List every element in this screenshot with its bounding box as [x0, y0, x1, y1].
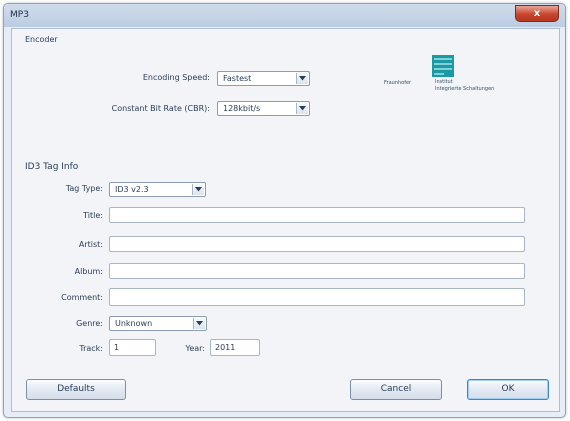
fraunhofer-institute-logo-icon	[432, 55, 454, 77]
encoding-speed-select[interactable]: Fastest	[217, 71, 310, 86]
album-label: Album:	[74, 267, 103, 276]
tag-type-select[interactable]: ID3 v2.3	[109, 182, 206, 197]
comment-label: Comment:	[61, 293, 103, 302]
id3-group-label: ID3 Tag Info	[25, 162, 79, 172]
dialog-content: Encoder Encoding Speed: Fastest Constant…	[11, 28, 560, 412]
cancel-button[interactable]: Cancel	[350, 379, 442, 400]
chevron-down-icon	[296, 73, 308, 84]
chevron-down-icon	[193, 318, 205, 329]
artist-field[interactable]	[109, 236, 525, 252]
ok-button[interactable]: OK	[467, 379, 549, 400]
tag-type-label: Tag Type:	[65, 184, 103, 193]
year-field[interactable]: 2011	[210, 339, 260, 356]
year-field-value: 2011	[215, 343, 236, 352]
genre-select[interactable]: Unknown	[109, 316, 207, 331]
album-field[interactable]	[109, 263, 525, 279]
chevron-down-icon	[192, 184, 204, 195]
logo-line2-text: Integrierte Schaltungen	[435, 86, 495, 92]
window-title: MP3	[10, 10, 29, 20]
close-icon: x	[533, 8, 541, 19]
encoding-speed-label: Encoding Speed:	[142, 73, 210, 82]
comment-field[interactable]	[109, 288, 525, 306]
bit-rate-value: 128kbit/s	[223, 104, 261, 113]
title-bar[interactable]: MP3 x	[4, 4, 565, 27]
logo-brand-text: Fraunhofer	[384, 80, 412, 86]
artist-label: Artist:	[78, 240, 103, 249]
fraunhofer-logo: Fraunhofer Institut Integrierte Schaltun…	[384, 55, 524, 95]
encoding-speed-value: Fastest	[223, 74, 252, 83]
constant-bit-rate-label: Constant Bit Rate (CBR):	[111, 104, 210, 113]
track-label: Track:	[79, 344, 103, 353]
track-field[interactable]: 1	[109, 339, 156, 356]
close-button[interactable]: x	[515, 5, 559, 22]
chevron-down-icon	[296, 103, 308, 114]
bit-rate-select[interactable]: 128kbit/s	[217, 101, 310, 116]
mp3-dialog: MP3 x Encoder Encoding Speed: Fastest Co…	[3, 3, 566, 418]
tag-type-value: ID3 v2.3	[115, 185, 149, 194]
year-label: Year:	[185, 344, 206, 353]
genre-value: Unknown	[115, 319, 153, 328]
title-label: Title:	[83, 211, 103, 220]
encoder-group-label: Encoder	[25, 35, 58, 44]
genre-label: Genre:	[76, 319, 103, 328]
defaults-button[interactable]: Defaults	[26, 379, 126, 400]
track-field-value: 1	[114, 343, 120, 352]
logo-line1-text: Institut	[435, 79, 453, 85]
title-field[interactable]	[109, 207, 525, 223]
